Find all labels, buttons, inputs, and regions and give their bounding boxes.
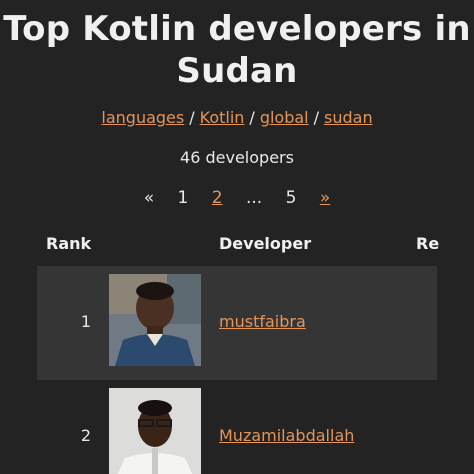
table-header: Rank Developer Re bbox=[0, 234, 474, 260]
breadcrumb-global-link[interactable]: global bbox=[260, 108, 309, 127]
page-title: Top Kotlin developers in Sudan bbox=[3, 9, 471, 91]
avatar[interactable] bbox=[109, 274, 201, 366]
page: Top Kotlin developers in Sudan languages… bbox=[0, 0, 474, 474]
pagination-page-2-link[interactable]: 2 bbox=[212, 188, 223, 208]
breadcrumb: languages / Kotlin / global / sudan bbox=[0, 108, 474, 127]
rank-number: 2 bbox=[80, 426, 91, 445]
pagination-next-link[interactable]: » bbox=[320, 188, 330, 208]
developer-name-link[interactable]: Muzamilabdallah bbox=[219, 426, 354, 445]
breadcrumb-languages-link[interactable]: languages bbox=[101, 108, 184, 127]
avatar-photo-icon bbox=[109, 274, 201, 366]
developer-name-link[interactable]: mustfaibra bbox=[219, 312, 306, 331]
table-row: 2 Muzamilabdallah bbox=[37, 380, 437, 474]
breadcrumb-sudan-link[interactable]: sudan bbox=[324, 108, 373, 127]
breadcrumb-separator: / bbox=[313, 108, 319, 127]
pagination-first: « bbox=[143, 188, 155, 208]
pagination-page-1: 1 bbox=[177, 188, 189, 208]
pagination-ellipsis: ... bbox=[246, 188, 263, 208]
breadcrumb-separator: / bbox=[189, 108, 195, 127]
table-row: 1 mustfaibra bbox=[37, 266, 437, 380]
pagination-page-5: 5 bbox=[285, 188, 297, 208]
rank-number: 1 bbox=[80, 312, 91, 331]
column-header-developer: Developer bbox=[219, 234, 312, 253]
developer-count: 46 developers bbox=[180, 148, 294, 167]
pagination: « 1 2 ... 5 » bbox=[0, 188, 474, 208]
column-header-rank: Rank bbox=[46, 234, 92, 253]
avatar-photo-icon bbox=[109, 388, 201, 474]
column-header-reputation: Re bbox=[416, 234, 440, 253]
breadcrumb-separator: / bbox=[249, 108, 255, 127]
avatar[interactable] bbox=[109, 388, 201, 474]
breadcrumb-kotlin-link[interactable]: Kotlin bbox=[200, 108, 245, 127]
